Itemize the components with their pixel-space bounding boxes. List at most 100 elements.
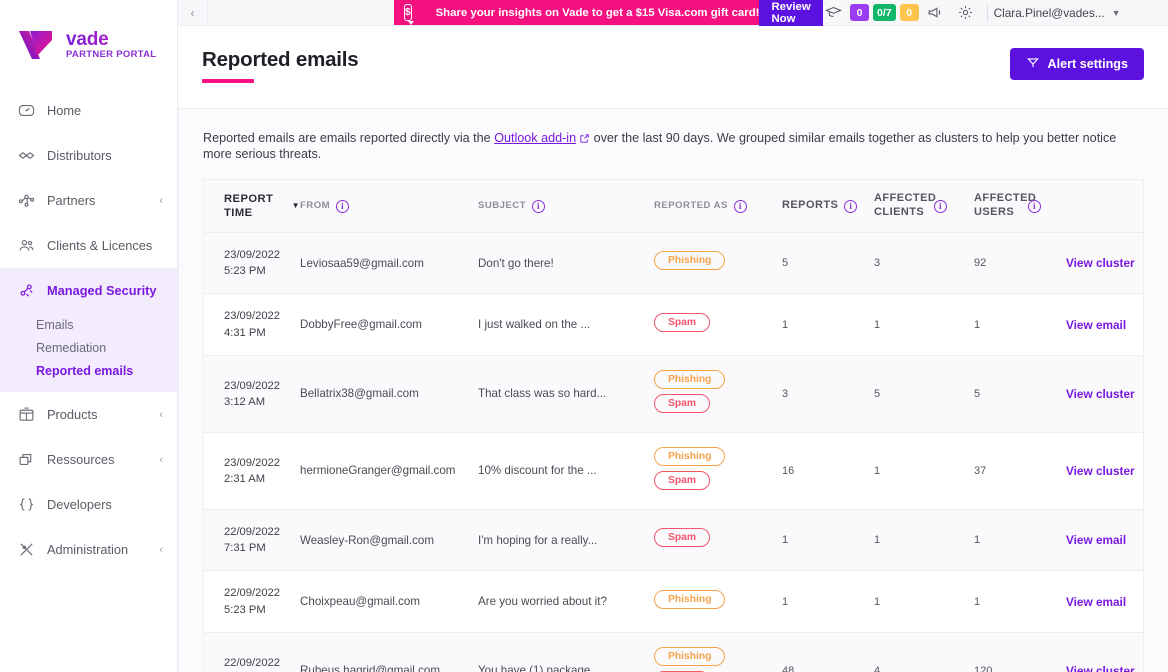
table-row[interactable]: 22/09/2022 7:31 PM Weasley-Ron@gmail.com I'… (204, 509, 1143, 572)
sidebar-item-partners[interactable]: Partners ‹ (0, 178, 177, 223)
review-now-button[interactable]: Review Now (759, 0, 823, 26)
column-header-reports[interactable]: REPORTS i (782, 180, 874, 233)
cell-affected-clients: 1 (874, 509, 974, 572)
report-date: 22/09/2022 (224, 525, 280, 538)
status-badge-progress[interactable]: 0/7 (873, 4, 896, 21)
sidebar-item-managed-security[interactable]: Managed Security (0, 268, 177, 313)
report-time: 2:31 AM (224, 472, 266, 485)
cell-reports: 1 (782, 509, 874, 572)
promo-banner: $ Share your insights on Vade to get a $… (394, 0, 823, 26)
cell-reported-as: PhishingSpam (654, 632, 782, 672)
info-icon[interactable]: i (844, 199, 858, 213)
layers-icon (18, 451, 35, 468)
cell-action: View cluster (1066, 432, 1143, 510)
status-badge-courses[interactable]: 0 (850, 4, 869, 21)
page-description: Reported emails are emails reported dire… (179, 109, 1168, 179)
view-link[interactable]: View cluster (1066, 464, 1135, 478)
users-icon (18, 237, 35, 254)
sidebar-item-clients-licences[interactable]: Clients & Licences (0, 223, 177, 268)
brand-name: vade (66, 30, 156, 49)
cell-subject: Don't go there! (478, 232, 654, 295)
gear-icon[interactable] (951, 4, 981, 21)
sidebar-item-developers[interactable]: Developers (0, 482, 177, 527)
column-header-from[interactable]: FROM i (300, 180, 478, 233)
report-time: 7:31 PM (224, 542, 266, 555)
report-time: 3:12 AM (224, 395, 266, 408)
table-body: 23/09/2022 5:23 PM Leviosaa59@gmail.com Don… (204, 232, 1143, 672)
column-header-report-time[interactable]: REPORT TIME ▼ (204, 180, 300, 233)
info-icon[interactable]: i (336, 199, 350, 213)
cell-from: Weasley-Ron@gmail.com (300, 509, 478, 572)
sidebar-item-distributors[interactable]: Distributors (0, 133, 177, 178)
sidebar-item-ressources[interactable]: Ressources ‹ (0, 437, 177, 482)
info-icon[interactable]: i (1028, 199, 1041, 213)
table-row[interactable]: 23/09/2022 5:23 PM Leviosaa59@gmail.com Don… (204, 232, 1143, 295)
table-row[interactable]: 23/09/2022 4:31 PM DobbyFree@gmail.com I ju… (204, 293, 1143, 356)
alert-settings-button[interactable]: Alert settings (1009, 48, 1144, 80)
column-header-reported-as[interactable]: REPORTED AS i (654, 180, 782, 233)
report-date: 23/09/2022 (224, 456, 280, 469)
table-row[interactable]: 22/09/20225:00 PMRubeus.hagrid@gmail.com… (204, 632, 1143, 672)
table-row[interactable]: 23/09/2022 3:12 AM Bellatrix38@gmail.com Th… (204, 355, 1143, 433)
sidebar-item-label: Partners (47, 193, 96, 208)
status-badge-alerts[interactable]: 0 (899, 4, 919, 21)
megaphone-icon[interactable] (921, 4, 951, 21)
cell-report-time: 23/09/2022 5:23 PM (204, 232, 300, 295)
sidebar-item-administration[interactable]: Administration ‹ (0, 527, 177, 572)
cell-reports: 1 (782, 570, 874, 633)
sidebar-subitem-reported-emails[interactable]: Reported emails (0, 359, 177, 382)
column-label: FROM (300, 200, 331, 211)
tag-badge-phishing: Phishing (654, 251, 726, 271)
shield-network-icon (18, 282, 35, 299)
topbar-divider (986, 3, 988, 22)
chevron-right-icon: ‹ (159, 543, 163, 556)
sidebar-group-managed-security: Managed Security Emails Remediation Repo… (0, 268, 177, 392)
table-row[interactable]: 23/09/2022 2:31 AM hermioneGranger@gmail.c… (204, 432, 1143, 510)
view-link[interactable]: View email (1066, 595, 1126, 609)
report-date: 22/09/2022 (224, 656, 280, 669)
sidebar-item-products[interactable]: Products ‹ (0, 392, 177, 437)
view-link[interactable]: View cluster (1066, 256, 1135, 270)
column-header-subject[interactable]: SUBJECT i (478, 180, 654, 233)
cell-affected-clients: 1 (874, 432, 974, 510)
column-header-affected-users[interactable]: AFFECTED USERS i (974, 180, 1066, 233)
sidebar-subitem-emails[interactable]: Emails (0, 313, 177, 336)
tag-badge-spam: Spam (654, 393, 711, 413)
external-link-icon[interactable] (579, 133, 590, 147)
dollar-speech-bubble-icon: $ (404, 4, 414, 25)
cell-action: View email (1066, 293, 1143, 356)
sidebar-subitem-label: Reported emails (36, 363, 134, 378)
main-area: ‹ $ Share your insights on Vade to get a… (178, 0, 1168, 672)
sidebar-item-home[interactable]: Home (0, 88, 177, 133)
cell-reported-as: PhishingSpam (654, 432, 782, 510)
tag-badge-phishing: Phishing (654, 446, 726, 466)
table-row[interactable]: 22/09/2022 5:23 PM Choixpeau@gmail.com Are … (204, 570, 1143, 633)
sidebar-collapse-button[interactable]: ‹ (178, 0, 208, 25)
gauge-icon (18, 102, 35, 119)
topbar-right: 0 0/7 0 Clara.Pinel@vades... ▼ (818, 0, 1133, 25)
info-icon[interactable]: i (934, 199, 947, 213)
cell-affected-users: 92 (974, 232, 1066, 295)
cell-reported-as: Phishing (654, 570, 782, 633)
info-icon[interactable]: i (733, 199, 747, 213)
graduation-cap-icon[interactable] (818, 4, 848, 21)
outlook-addin-link[interactable]: Outlook add-in (494, 131, 576, 145)
chevron-left-icon: ‹ (190, 5, 195, 20)
user-email-label: Clara.Pinel@vades... (993, 5, 1105, 20)
table-header: REPORT TIME ▼ FROM i SUBJECT i REPORTED … (204, 180, 1143, 233)
user-menu[interactable]: Clara.Pinel@vades... ▼ (994, 6, 1125, 20)
cell-reports: 5 (782, 232, 874, 295)
view-link[interactable]: View email (1066, 318, 1126, 332)
sidebar-subitem-remediation[interactable]: Remediation (0, 336, 177, 359)
view-link[interactable]: View cluster (1066, 387, 1135, 401)
report-time: 5:23 PM (224, 265, 266, 278)
sidebar-item-label: Distributors (47, 148, 112, 163)
column-header-affected-clients[interactable]: AFFECTED CLIENTS i (874, 180, 974, 233)
info-icon[interactable]: i (531, 199, 545, 213)
view-link[interactable]: View email (1066, 533, 1126, 547)
page-header: Reported emails Alert settings (178, 26, 1168, 108)
chevron-right-icon: ‹ (159, 408, 163, 421)
sidebar-group-label: Managed Security (47, 283, 157, 298)
view-link[interactable]: View cluster (1066, 664, 1135, 672)
brand-logo[interactable]: vade PARTNER PORTAL (0, 0, 177, 70)
